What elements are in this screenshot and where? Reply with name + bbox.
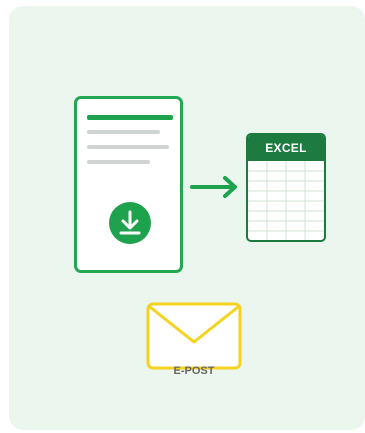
spreadsheet-label: EXCEL (248, 135, 324, 161)
mail-label: E-POST (173, 365, 215, 377)
document-icon (74, 96, 183, 273)
download-icon (109, 202, 151, 244)
document-text-line (87, 145, 169, 149)
document-text-line (87, 160, 150, 164)
spreadsheet-grid (248, 161, 324, 240)
spreadsheet-icon: EXCEL (246, 133, 326, 242)
document-title-line (87, 115, 173, 120)
document-text-line (87, 130, 160, 134)
arrow-right-icon (190, 176, 237, 198)
